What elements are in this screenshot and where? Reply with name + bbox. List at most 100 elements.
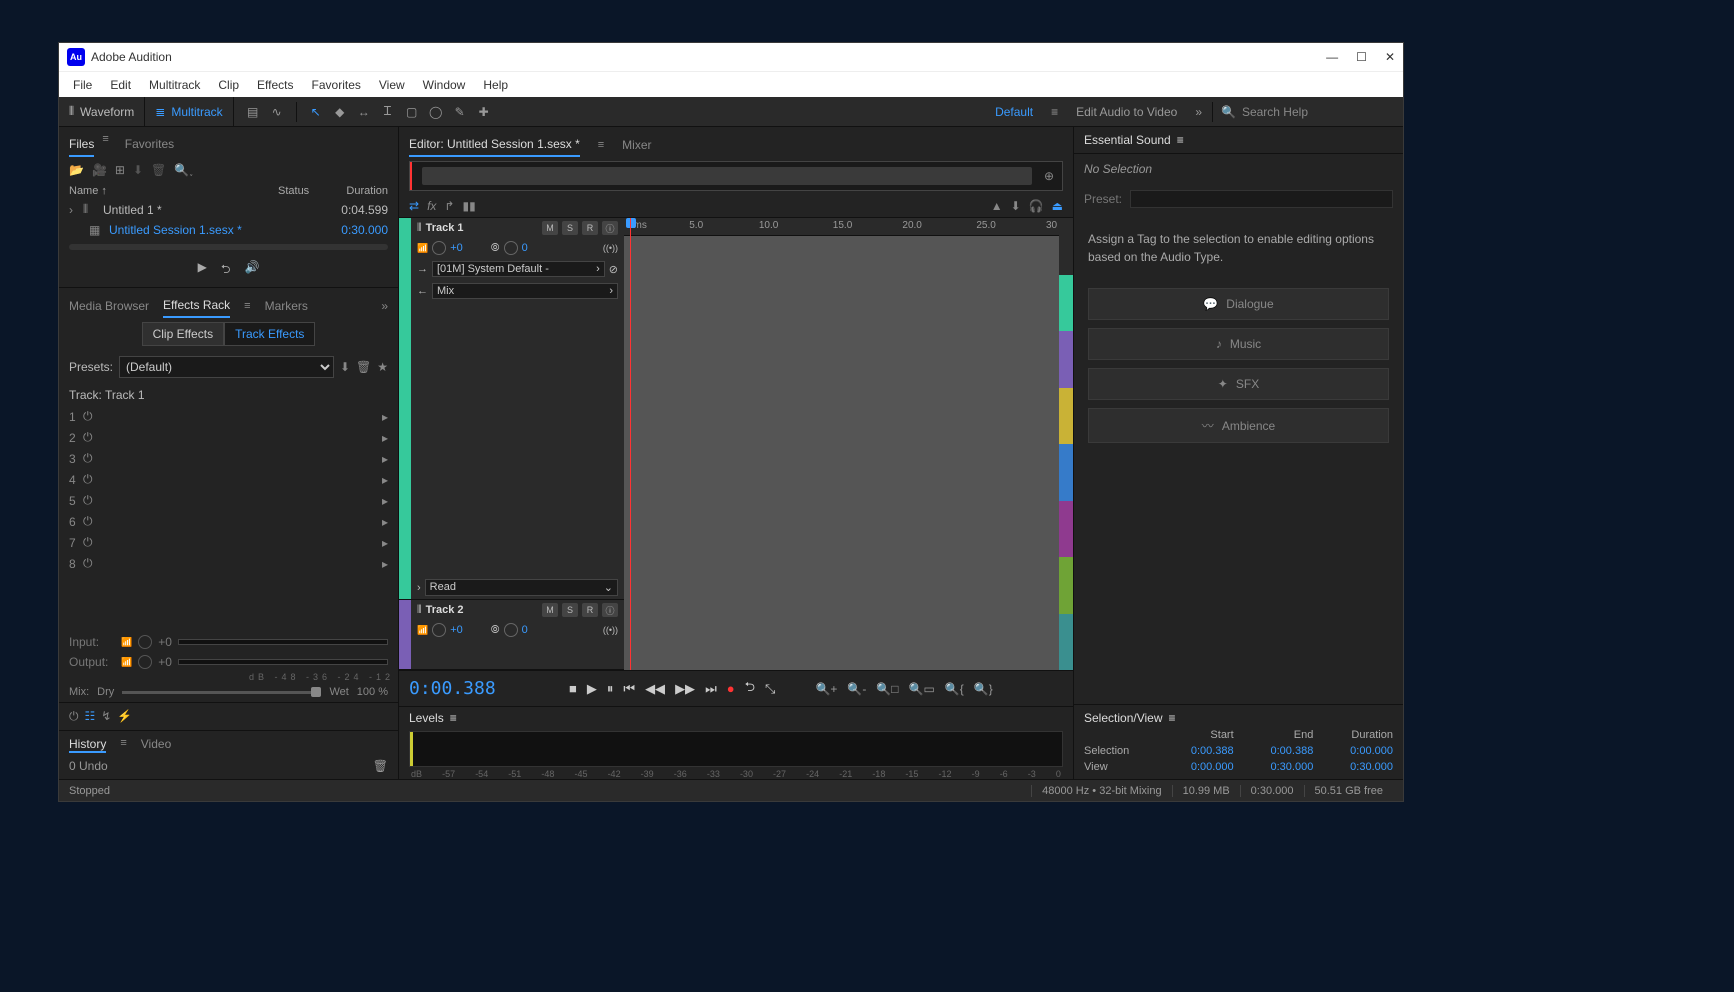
move-tool-icon[interactable]: ↖: [305, 101, 327, 123]
files-search-icon[interactable]: 🔍˯: [174, 163, 388, 177]
file-row[interactable]: ▦ Untitled Session 1.sesx * 0:30.000: [59, 220, 398, 240]
sv-view-end[interactable]: 0:30.000: [1246, 761, 1314, 773]
menu-window[interactable]: Window: [415, 75, 474, 95]
tab-video[interactable]: Video: [141, 737, 171, 753]
brush-tool-icon[interactable]: ✎: [449, 101, 471, 123]
heal-tool-icon[interactable]: ✚: [473, 101, 495, 123]
fx-slot[interactable]: 1⏻▸: [59, 406, 398, 427]
fx-icon[interactable]: fx: [427, 199, 436, 213]
slip-tool-icon[interactable]: ↔: [353, 101, 375, 123]
fx-slot[interactable]: 6⏻▸: [59, 511, 398, 532]
fx-slot[interactable]: 4⏻▸: [59, 469, 398, 490]
workspace-menu-icon[interactable]: ≡: [1051, 105, 1058, 119]
zoom-in-point-icon[interactable]: 🔍{: [945, 682, 964, 696]
time-select-tool-icon[interactable]: Ꮖ: [377, 101, 399, 123]
time-display[interactable]: 0:00.388: [409, 678, 529, 699]
levels-menu-icon[interactable]: ≡: [450, 711, 457, 725]
col-duration[interactable]: Duration: [328, 185, 388, 197]
fx-menu-icon[interactable]: ▸: [382, 557, 388, 571]
volume-knob[interactable]: [432, 623, 446, 637]
fx-menu-icon[interactable]: ▸: [382, 473, 388, 487]
record-button[interactable]: ●: [727, 681, 735, 696]
toggle-loop-icon[interactable]: ⇄: [409, 199, 419, 213]
play-button[interactable]: ▶: [587, 681, 597, 697]
minimize-button[interactable]: —: [1326, 50, 1338, 64]
playhead-return-icon[interactable]: ⏏: [1052, 199, 1063, 213]
track-lanes[interactable]: hms 5.0 10.0 15.0 20.0 25.0 30: [624, 218, 1059, 670]
power-icon[interactable]: ⏻: [83, 472, 103, 487]
subtab-clip-effects[interactable]: Clip Effects: [142, 322, 224, 346]
tab-mixer[interactable]: Mixer: [622, 134, 651, 156]
rack-lightning-icon[interactable]: ⚡: [117, 709, 132, 724]
tab-files[interactable]: Files: [69, 133, 94, 157]
spectral-pitch-icon[interactable]: ∿: [266, 101, 288, 123]
power-icon[interactable]: ⏻: [83, 451, 103, 466]
marquee-tool-icon[interactable]: ▢: [401, 101, 423, 123]
fx-slot[interactable]: 5⏻▸: [59, 490, 398, 511]
trash-icon[interactable]: 🗑: [151, 163, 166, 177]
menu-multitrack[interactable]: Multitrack: [141, 75, 208, 95]
workspace-default[interactable]: Default: [995, 105, 1033, 119]
skip-forward-button[interactable]: ⏭: [705, 681, 717, 697]
menu-view[interactable]: View: [371, 75, 413, 95]
preview-loop-icon[interactable]: ⮌: [221, 260, 231, 281]
dialogue-button[interactable]: 💬Dialogue: [1088, 288, 1389, 320]
sv-view-dur[interactable]: 0:30.000: [1325, 761, 1393, 773]
preview-play-icon[interactable]: ▶: [198, 260, 207, 281]
fx-menu-icon[interactable]: ▸: [382, 431, 388, 445]
zoom-in-icon[interactable]: 🔍+: [815, 682, 837, 696]
power-icon[interactable]: ⏻: [83, 535, 103, 550]
loop-button[interactable]: ⮌: [745, 678, 755, 700]
panel-overflow-icon[interactable]: »: [381, 299, 388, 313]
es-preset-dropdown[interactable]: [1130, 190, 1393, 208]
search-help[interactable]: 🔍 Search Help: [1213, 105, 1403, 119]
record-arm-button[interactable]: R: [582, 221, 598, 235]
zoom-full-icon[interactable]: 🔍□: [876, 682, 898, 696]
menu-effects[interactable]: Effects: [249, 75, 301, 95]
output-knob[interactable]: [138, 655, 152, 669]
skip-back-button[interactable]: ⏮: [623, 681, 635, 697]
power-icon[interactable]: ⏻: [83, 409, 103, 424]
fx-slot[interactable]: 8⏻▸: [59, 553, 398, 574]
tab-history[interactable]: History: [69, 737, 106, 753]
sv-selection-start[interactable]: 0:00.388: [1166, 745, 1234, 757]
mix-slider[interactable]: [122, 691, 321, 694]
time-ruler[interactable]: hms 5.0 10.0 15.0 20.0 25.0 30: [624, 218, 1059, 236]
expand-icon[interactable]: ›: [69, 203, 83, 217]
tab-media-browser[interactable]: Media Browser: [69, 295, 149, 317]
menu-clip[interactable]: Clip: [210, 75, 247, 95]
overview-navigator[interactable]: ⊕: [409, 161, 1063, 191]
mute-button[interactable]: M: [542, 221, 558, 235]
fx-slot[interactable]: 2⏻▸: [59, 427, 398, 448]
zoom-settings-icon[interactable]: ⊕: [1036, 169, 1062, 183]
automation-mode-dropdown[interactable]: Read⌄: [425, 579, 618, 596]
zoom-selection-icon[interactable]: 🔍▭: [909, 682, 935, 696]
playhead-marker-icon[interactable]: [626, 218, 636, 228]
pan-value[interactable]: 0: [522, 624, 528, 636]
mute-button[interactable]: M: [542, 603, 558, 617]
preset-save-icon[interactable]: ⬇: [340, 360, 350, 374]
fx-menu-icon[interactable]: ▸: [382, 536, 388, 550]
automation-expand-icon[interactable]: ›: [417, 582, 421, 594]
volume-knob[interactable]: [432, 241, 446, 255]
menu-edit[interactable]: Edit: [102, 75, 139, 95]
record-arm-button[interactable]: R: [582, 603, 598, 617]
volume-value[interactable]: +0: [450, 242, 463, 254]
playhead[interactable]: [630, 218, 631, 670]
sv-view-start[interactable]: 0:00.000: [1166, 761, 1234, 773]
close-button[interactable]: ✕: [1385, 50, 1395, 64]
track-output-dropdown[interactable]: Mix›: [432, 283, 618, 299]
pan-knob[interactable]: [504, 623, 518, 637]
zoom-out-point-icon[interactable]: 🔍}: [974, 682, 993, 696]
col-status[interactable]: Status: [278, 185, 328, 197]
fx-slot[interactable]: 7⏻▸: [59, 532, 398, 553]
files-scrollbar[interactable]: [69, 244, 388, 250]
rack-list-icon[interactable]: ☷: [85, 709, 96, 724]
subtab-track-effects[interactable]: Track Effects: [224, 322, 315, 346]
skip-selection-button[interactable]: ⤡: [765, 681, 775, 697]
fx-slot[interactable]: 3⏻▸: [59, 448, 398, 469]
fx-menu-icon[interactable]: ▸: [382, 452, 388, 466]
sv-selection-dur[interactable]: 0:00.000: [1325, 745, 1393, 757]
col-name[interactable]: Name ↑: [69, 185, 278, 197]
track-name[interactable]: Track 1: [426, 222, 538, 234]
